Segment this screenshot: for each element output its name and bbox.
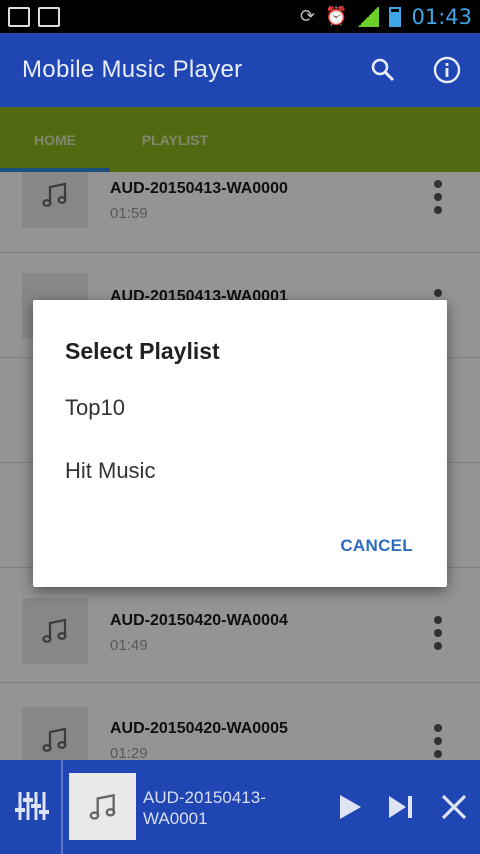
status-time: 01:43: [411, 4, 472, 29]
equalizer-icon[interactable]: [14, 788, 50, 824]
cancel-button[interactable]: CANCEL: [340, 536, 413, 556]
select-playlist-dialog: Select Playlist Top10 Hit Music CANCEL: [33, 300, 447, 587]
play-icon[interactable]: [336, 793, 364, 821]
rotate-icon: ⟳: [299, 6, 316, 27]
status-bar: ⟳ ⏰ 01:43: [0, 0, 480, 33]
album-art[interactable]: [69, 773, 136, 840]
signal-icon: [357, 6, 380, 27]
playlist-option-top10[interactable]: Top10: [65, 395, 125, 421]
now-playing-title[interactable]: AUD-20150413-WA0001: [143, 787, 313, 829]
playlist-option-hit-music[interactable]: Hit Music: [65, 458, 155, 484]
skip-next-icon[interactable]: [387, 793, 415, 821]
mini-player: AUD-20150413-WA0001: [0, 760, 480, 854]
media-notification-icon: [38, 6, 60, 27]
app-bar: Mobile Music Player: [0, 33, 480, 107]
player-divider: [61, 760, 63, 854]
battery-icon: [389, 6, 402, 27]
alarm-icon: ⏰: [325, 6, 348, 27]
gallery-notification-icon: [8, 6, 30, 27]
dialog-title: Select Playlist: [65, 338, 220, 364]
close-icon[interactable]: [440, 793, 468, 821]
search-icon[interactable]: [368, 55, 398, 85]
info-icon[interactable]: [432, 55, 462, 85]
app-title: Mobile Music Player: [22, 56, 243, 83]
